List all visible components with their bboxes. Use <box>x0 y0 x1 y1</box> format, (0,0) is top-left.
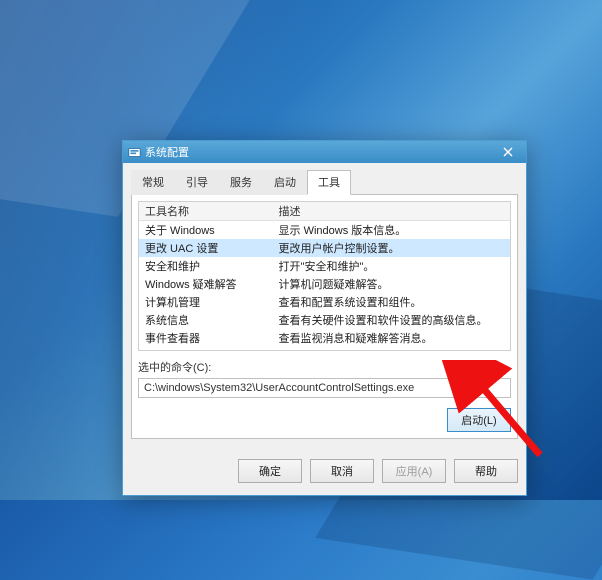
tool-desc: 查看有关硬件设置和软件设置的高级信息。 <box>273 311 510 329</box>
selected-command-label: 选中的命令(C): <box>138 359 511 375</box>
tool-desc: 更改用户帐户控制设置。 <box>273 239 510 257</box>
col-desc[interactable]: 描述 <box>273 202 510 220</box>
tool-name: Windows 疑难解答 <box>139 275 273 293</box>
tool-name: 程序 <box>139 347 273 351</box>
tool-name: 更改 UAC 设置 <box>139 239 273 257</box>
table-row[interactable]: 关于 Windows显示 Windows 版本信息。 <box>139 221 510 239</box>
tool-desc: 查看监视消息和疑难解答消息。 <box>273 329 510 347</box>
tool-desc: 计算机问题疑难解答。 <box>273 275 510 293</box>
tool-name: 计算机管理 <box>139 293 273 311</box>
msconfig-dialog: 系统配置 常规 引导 服务 启动 工具 工具名称 描述 关于 Windows显示… <box>122 140 527 496</box>
tools-listview[interactable]: 工具名称 描述 关于 Windows显示 Windows 版本信息。更改 UAC… <box>138 201 511 351</box>
tool-name: 事件查看器 <box>139 329 273 347</box>
table-row[interactable]: 系统信息查看有关硬件设置和软件设置的高级信息。 <box>139 311 510 329</box>
table-row[interactable]: 程序启动、添加或删除程序和 Windows 组件。 <box>139 347 510 351</box>
tabstrip: 常规 引导 服务 启动 工具 <box>131 169 518 195</box>
tab-startup[interactable]: 启动 <box>263 170 307 195</box>
apply-button[interactable]: 应用(A) <box>382 459 446 483</box>
tool-desc: 查看和配置系统设置和组件。 <box>273 293 510 311</box>
dialog-client: 常规 引导 服务 启动 工具 工具名称 描述 关于 Windows显示 Wind… <box>123 163 526 449</box>
table-row[interactable]: 更改 UAC 设置更改用户帐户控制设置。 <box>139 239 510 257</box>
table-row[interactable]: 事件查看器查看监视消息和疑难解答消息。 <box>139 329 510 347</box>
col-name[interactable]: 工具名称 <box>139 202 273 220</box>
selected-command-field[interactable] <box>138 378 511 398</box>
help-button[interactable]: 帮助 <box>454 459 518 483</box>
tool-name: 关于 Windows <box>139 221 273 239</box>
dialog-title: 系统配置 <box>145 144 494 160</box>
table-row[interactable]: 计算机管理查看和配置系统设置和组件。 <box>139 293 510 311</box>
tab-services[interactable]: 服务 <box>219 170 263 195</box>
cancel-button[interactable]: 取消 <box>310 459 374 483</box>
ok-button[interactable]: 确定 <box>238 459 302 483</box>
titlebar[interactable]: 系统配置 <box>123 141 526 163</box>
tool-desc: 显示 Windows 版本信息。 <box>273 221 510 239</box>
table-row[interactable]: 安全和维护打开"安全和维护"。 <box>139 257 510 275</box>
tool-name: 安全和维护 <box>139 257 273 275</box>
tab-general[interactable]: 常规 <box>131 170 175 195</box>
tools-panel: 工具名称 描述 关于 Windows显示 Windows 版本信息。更改 UAC… <box>131 195 518 439</box>
launch-button[interactable]: 启动(L) <box>447 408 511 432</box>
listview-header: 工具名称 描述 <box>139 202 510 221</box>
tool-desc: 启动、添加或删除程序和 Windows 组件。 <box>273 347 510 351</box>
tab-tools[interactable]: 工具 <box>307 170 351 195</box>
tool-name: 系统信息 <box>139 311 273 329</box>
close-icon <box>503 147 513 157</box>
dialog-button-bar: 确定 取消 应用(A) 帮助 <box>123 449 526 495</box>
tool-desc: 打开"安全和维护"。 <box>273 257 510 275</box>
close-button[interactable] <box>494 143 522 161</box>
table-row[interactable]: Windows 疑难解答计算机问题疑难解答。 <box>139 275 510 293</box>
app-icon <box>127 145 141 159</box>
tab-boot[interactable]: 引导 <box>175 170 219 195</box>
